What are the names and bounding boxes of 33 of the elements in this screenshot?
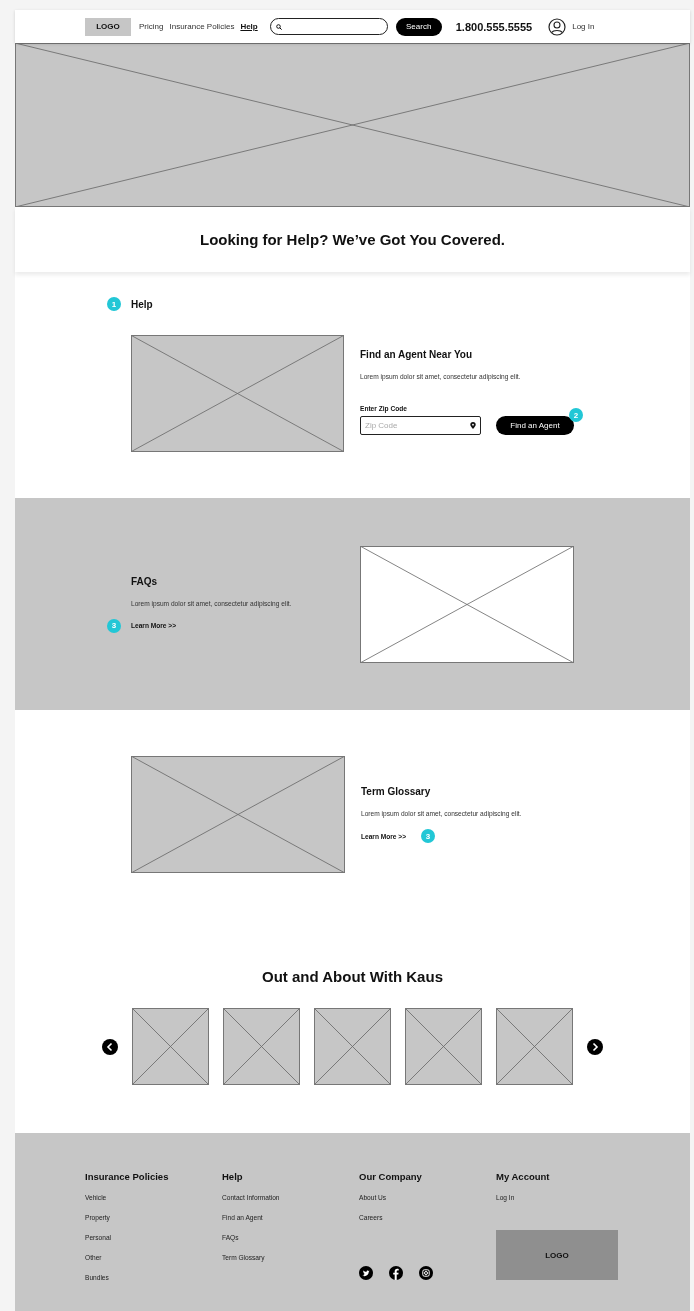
nav-link[interactable]: Pricing xyxy=(139,22,164,31)
card-title: Term Glossary xyxy=(361,786,432,797)
twitter-icon[interactable] xyxy=(359,1266,373,1280)
search-field[interactable] xyxy=(269,18,388,35)
section-title: Out and About With Kaus xyxy=(261,967,444,987)
step-badge: 3 xyxy=(421,829,436,843)
facebook-icon[interactable] xyxy=(389,1266,403,1280)
logo[interactable]: LOGO xyxy=(85,17,131,36)
step-badge: 1 xyxy=(107,297,121,311)
search-icon xyxy=(275,24,282,30)
nav-link[interactable]: Insurance Policies xyxy=(169,22,235,31)
location-pin-icon xyxy=(470,422,476,429)
search-button[interactable]: Search xyxy=(395,17,442,36)
nav-link[interactable]: Help xyxy=(240,22,258,31)
step-badge: 3 xyxy=(107,618,121,633)
footer-heading: My Account xyxy=(496,1171,551,1183)
footer-heading: Our Company xyxy=(359,1171,423,1183)
previous-button[interactable] xyxy=(102,1038,118,1055)
instagram-icon[interactable] xyxy=(419,1266,433,1280)
footer-logo[interactable]: LOGO xyxy=(496,1230,618,1280)
footer-heading: Insurance Policies xyxy=(85,1171,170,1183)
phone-number: 1.800.555.5555 xyxy=(455,20,533,33)
find-agent-button[interactable]: Find an Agent xyxy=(496,416,574,435)
login-link[interactable]: Log In xyxy=(572,22,595,31)
card-title: FAQs xyxy=(131,575,159,587)
page-title: Looking for Help? We’ve Got You Covered. xyxy=(199,231,505,248)
zip-code-field[interactable]: Zip Code xyxy=(360,416,481,435)
user-icon[interactable] xyxy=(548,17,567,36)
card-title: Find an Agent Near You xyxy=(360,349,474,360)
footer-heading: Help xyxy=(222,1171,244,1183)
step-badge: 2 xyxy=(569,408,583,422)
next-button[interactable] xyxy=(587,1038,603,1055)
section-heading: Help xyxy=(131,298,153,310)
